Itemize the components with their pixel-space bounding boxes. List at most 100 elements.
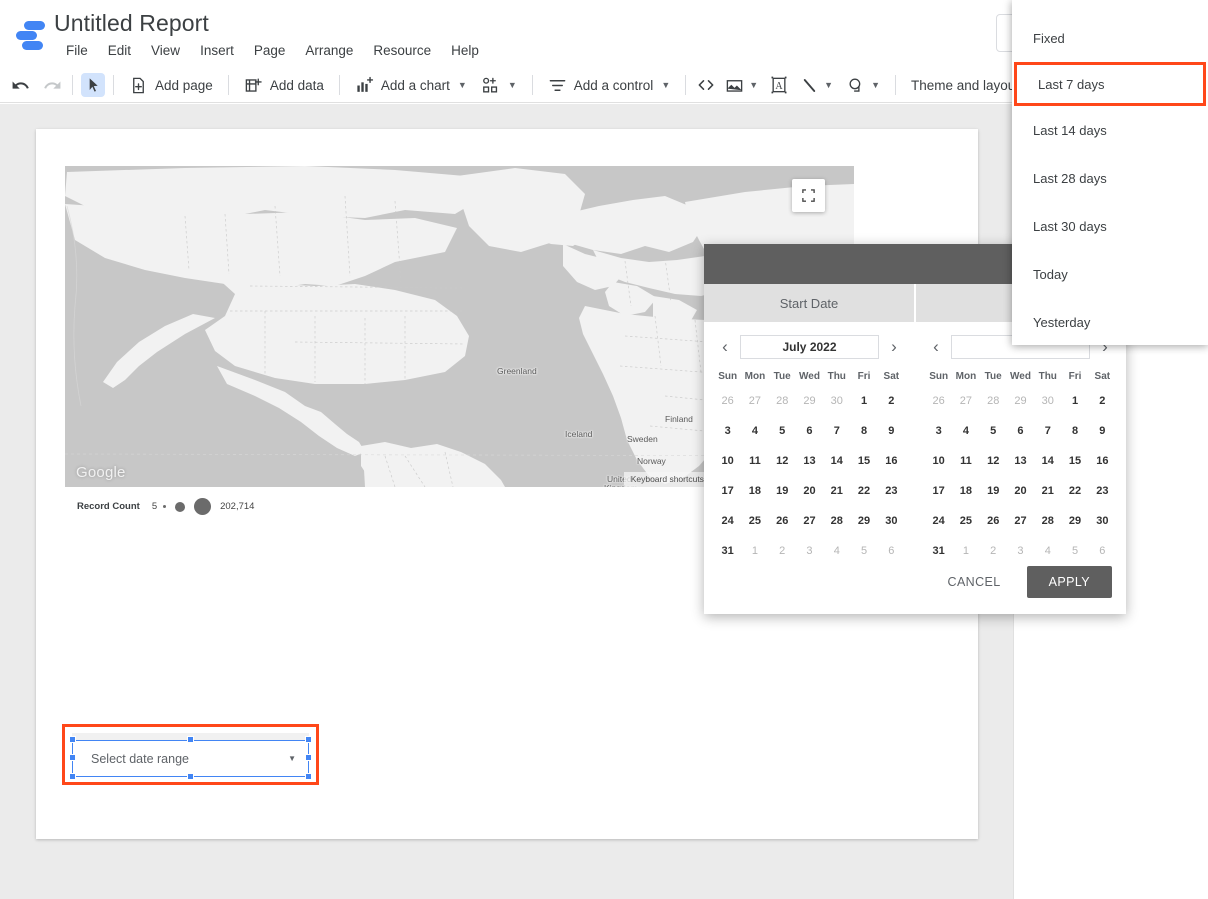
menu-file[interactable]: File [56,41,98,60]
calendar-day-cell[interactable]: 31 [714,536,741,566]
calendar-day-cell[interactable]: 29 [1061,506,1088,536]
calendar-day-cell[interactable]: 28 [769,386,796,416]
calendar-day-cell[interactable]: 5 [769,416,796,446]
calendar-day-cell[interactable]: 24 [714,506,741,536]
calendar-day-cell[interactable]: 25 [741,506,768,536]
calendar-day-cell[interactable]: 21 [1034,476,1061,506]
calendar-day-cell[interactable]: 6 [878,536,905,566]
calendar-day-cell[interactable]: 23 [878,476,905,506]
calendar-day-cell[interactable]: 1 [1061,386,1088,416]
calendar-day-cell[interactable]: 7 [1034,416,1061,446]
menu-arrange[interactable]: Arrange [295,41,363,60]
calendar-day-cell[interactable]: 6 [796,416,823,446]
menu-view[interactable]: View [141,41,190,60]
calendar-day-cell[interactable]: 27 [741,386,768,416]
calendar-day-cell[interactable]: 4 [741,416,768,446]
calendar-day-cell[interactable]: 30 [823,386,850,416]
calendar-day-cell[interactable]: 4 [1034,536,1061,566]
calendar-end[interactable]: ‹ › Sun Mon Tue Wed Thu Fri Sat 26 27 28 29 30 1 2 3 4 5… [915,334,1126,566]
calendar-day-cell[interactable]: 11 [741,446,768,476]
page-title[interactable]: Untitled Report [54,10,209,37]
calendar-day-cell[interactable]: 13 [1007,446,1034,476]
apply-button[interactable]: APPLY [1026,566,1112,598]
calendar-day-cell[interactable]: 8 [1061,416,1088,446]
calendar-day-cell[interactable]: 23 [1089,476,1116,506]
calendar-start-month-label[interactable]: July 2022 [740,335,879,359]
calendar-day-cell[interactable]: 17 [714,476,741,506]
dropdown-item-last-7-days[interactable]: Last 7 days [1014,62,1206,106]
add-chart-button[interactable]: Add a chart ▼ [348,71,474,99]
calendar-day-cell[interactable]: 27 [796,506,823,536]
calendar-day-cell[interactable]: 4 [952,416,979,446]
menu-page[interactable]: Page [244,41,296,60]
theme-and-layout-button[interactable]: Theme and layout [904,71,1026,99]
calendar-day-cell[interactable]: 27 [1007,506,1034,536]
dropdown-item-yesterday[interactable]: Yesterday [1012,298,1208,346]
calendar-day-cell[interactable]: 26 [714,386,741,416]
calendar-day-cell[interactable]: 5 [980,416,1007,446]
add-image-button[interactable]: ▼ [718,71,765,99]
calendar-day-cell[interactable]: 2 [1089,386,1116,416]
dropdown-item-last-30-days[interactable]: Last 30 days [1012,202,1208,250]
calendar-day-cell[interactable]: 2 [878,386,905,416]
calendar-day-cell[interactable]: 4 [823,536,850,566]
calendar-day-cell[interactable]: 24 [925,506,952,536]
calendar-day-cell[interactable]: 19 [769,476,796,506]
add-data-button[interactable]: Add data [237,71,331,99]
calendar-day-cell[interactable]: 3 [1007,536,1034,566]
calendar-day-cell[interactable]: 13 [796,446,823,476]
dropdown-item-last-14-days[interactable]: Last 14 days [1012,106,1208,154]
undo-button[interactable] [8,73,32,97]
calendar-day-cell[interactable]: 14 [1034,446,1061,476]
calendar-day-cell[interactable]: 6 [1007,416,1034,446]
calendar-day-cell[interactable]: 2 [769,536,796,566]
calendar-day-cell[interactable]: 15 [850,446,877,476]
community-visualization-button[interactable]: ▼ [474,71,524,99]
cancel-button[interactable]: CANCEL [936,567,1013,597]
add-line-button[interactable]: ▼ [793,71,840,99]
calendar-day-cell[interactable]: 5 [850,536,877,566]
calendar-day-cell[interactable]: 17 [925,476,952,506]
calendar-start[interactable]: ‹ July 2022 › Sun Mon Tue Wed Thu Fri Sat 26 27 2… [704,334,915,566]
calendar-day-cell[interactable]: 15 [1061,446,1088,476]
calendar-day-cell[interactable]: 29 [1007,386,1034,416]
add-text-button[interactable]: A [765,73,793,97]
keyboard-shortcuts-link[interactable]: Keyboard shortcuts [624,472,711,487]
calendar-day-cell[interactable]: 18 [952,476,979,506]
add-shape-button[interactable]: ▼ [840,71,887,99]
calendar-day-cell[interactable]: 14 [823,446,850,476]
calendar-day-cell[interactable]: 16 [878,446,905,476]
calendar-day-cell[interactable]: 8 [850,416,877,446]
calendar-day-cell[interactable]: 12 [980,446,1007,476]
menu-insert[interactable]: Insert [190,41,244,60]
calendar-day-cell[interactable]: 16 [1089,446,1116,476]
calendar-day-cell[interactable]: 1 [952,536,979,566]
calendar-day-cell[interactable]: 3 [925,416,952,446]
calendar-day-cell[interactable]: 10 [925,446,952,476]
calendar-day-cell[interactable]: 30 [1034,386,1061,416]
menu-help[interactable]: Help [441,41,489,60]
calendar-day-cell[interactable]: 20 [796,476,823,506]
calendar-day-cell[interactable]: 29 [796,386,823,416]
add-page-button[interactable]: Add page [122,71,220,99]
calendar-day-cell[interactable]: 26 [769,506,796,536]
add-control-button[interactable]: Add a control ▼ [541,71,677,99]
chevron-right-icon[interactable]: › [883,336,905,358]
chevron-left-icon[interactable]: ‹ [714,336,736,358]
fullscreen-button[interactable] [792,179,825,212]
calendar-day-cell[interactable]: 31 [925,536,952,566]
calendar-day-cell[interactable]: 21 [823,476,850,506]
calendar-day-cell[interactable]: 22 [1061,476,1088,506]
calendar-day-cell[interactable]: 26 [980,506,1007,536]
calendar-day-cell[interactable]: 27 [952,386,979,416]
calendar-day-cell[interactable]: 5 [1061,536,1088,566]
calendar-day-cell[interactable]: 18 [741,476,768,506]
dropdown-item-fixed[interactable]: Fixed [1012,14,1208,62]
menu-resource[interactable]: Resource [363,41,441,60]
calendar-day-cell[interactable]: 25 [952,506,979,536]
calendar-day-cell[interactable]: 20 [1007,476,1034,506]
calendar-day-cell[interactable]: 29 [850,506,877,536]
menu-edit[interactable]: Edit [98,41,141,60]
dropdown-item-last-28-days[interactable]: Last 28 days [1012,154,1208,202]
calendar-day-cell[interactable]: 1 [741,536,768,566]
